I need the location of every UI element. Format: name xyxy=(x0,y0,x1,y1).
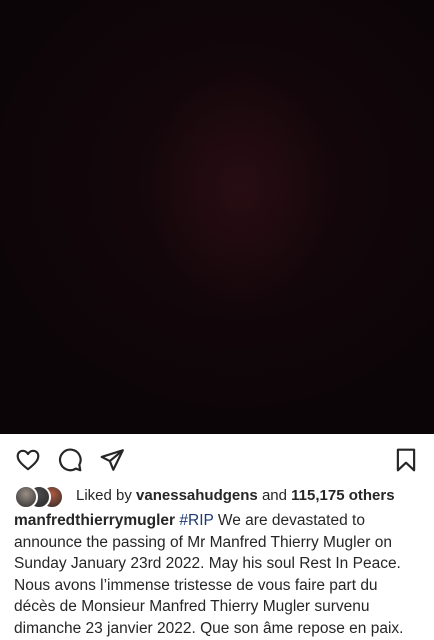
post-image[interactable] xyxy=(0,0,434,434)
avatar xyxy=(14,485,38,509)
comment-bubble-icon[interactable] xyxy=(56,446,84,474)
bookmark-outline-icon[interactable] xyxy=(392,446,420,474)
post-caption: manfredthierrymugler #RIP We are devasta… xyxy=(14,510,420,639)
likes-summary[interactable]: Liked by vanessahudgens and 115,175 othe… xyxy=(14,482,395,509)
post-image-shadow xyxy=(150,60,330,320)
paper-plane-icon[interactable] xyxy=(98,446,126,474)
liker-avatars xyxy=(14,483,70,509)
post-action-bar xyxy=(0,434,434,482)
liked-by-label: Liked by xyxy=(76,486,132,504)
likes-connector: and xyxy=(261,486,287,504)
likes-count[interactable]: 115,175 others xyxy=(291,487,394,504)
liker-username[interactable]: vanessahudgens xyxy=(136,487,258,504)
caption-username[interactable]: manfredthierrymugler xyxy=(14,512,175,529)
caption-text: We are devastated to announce the passin… xyxy=(14,512,404,637)
likes-text: Liked by vanessahudgens and 115,175 othe… xyxy=(76,487,395,504)
caption-hashtag[interactable]: #RIP xyxy=(179,512,213,529)
heart-outline-icon[interactable] xyxy=(14,446,42,474)
